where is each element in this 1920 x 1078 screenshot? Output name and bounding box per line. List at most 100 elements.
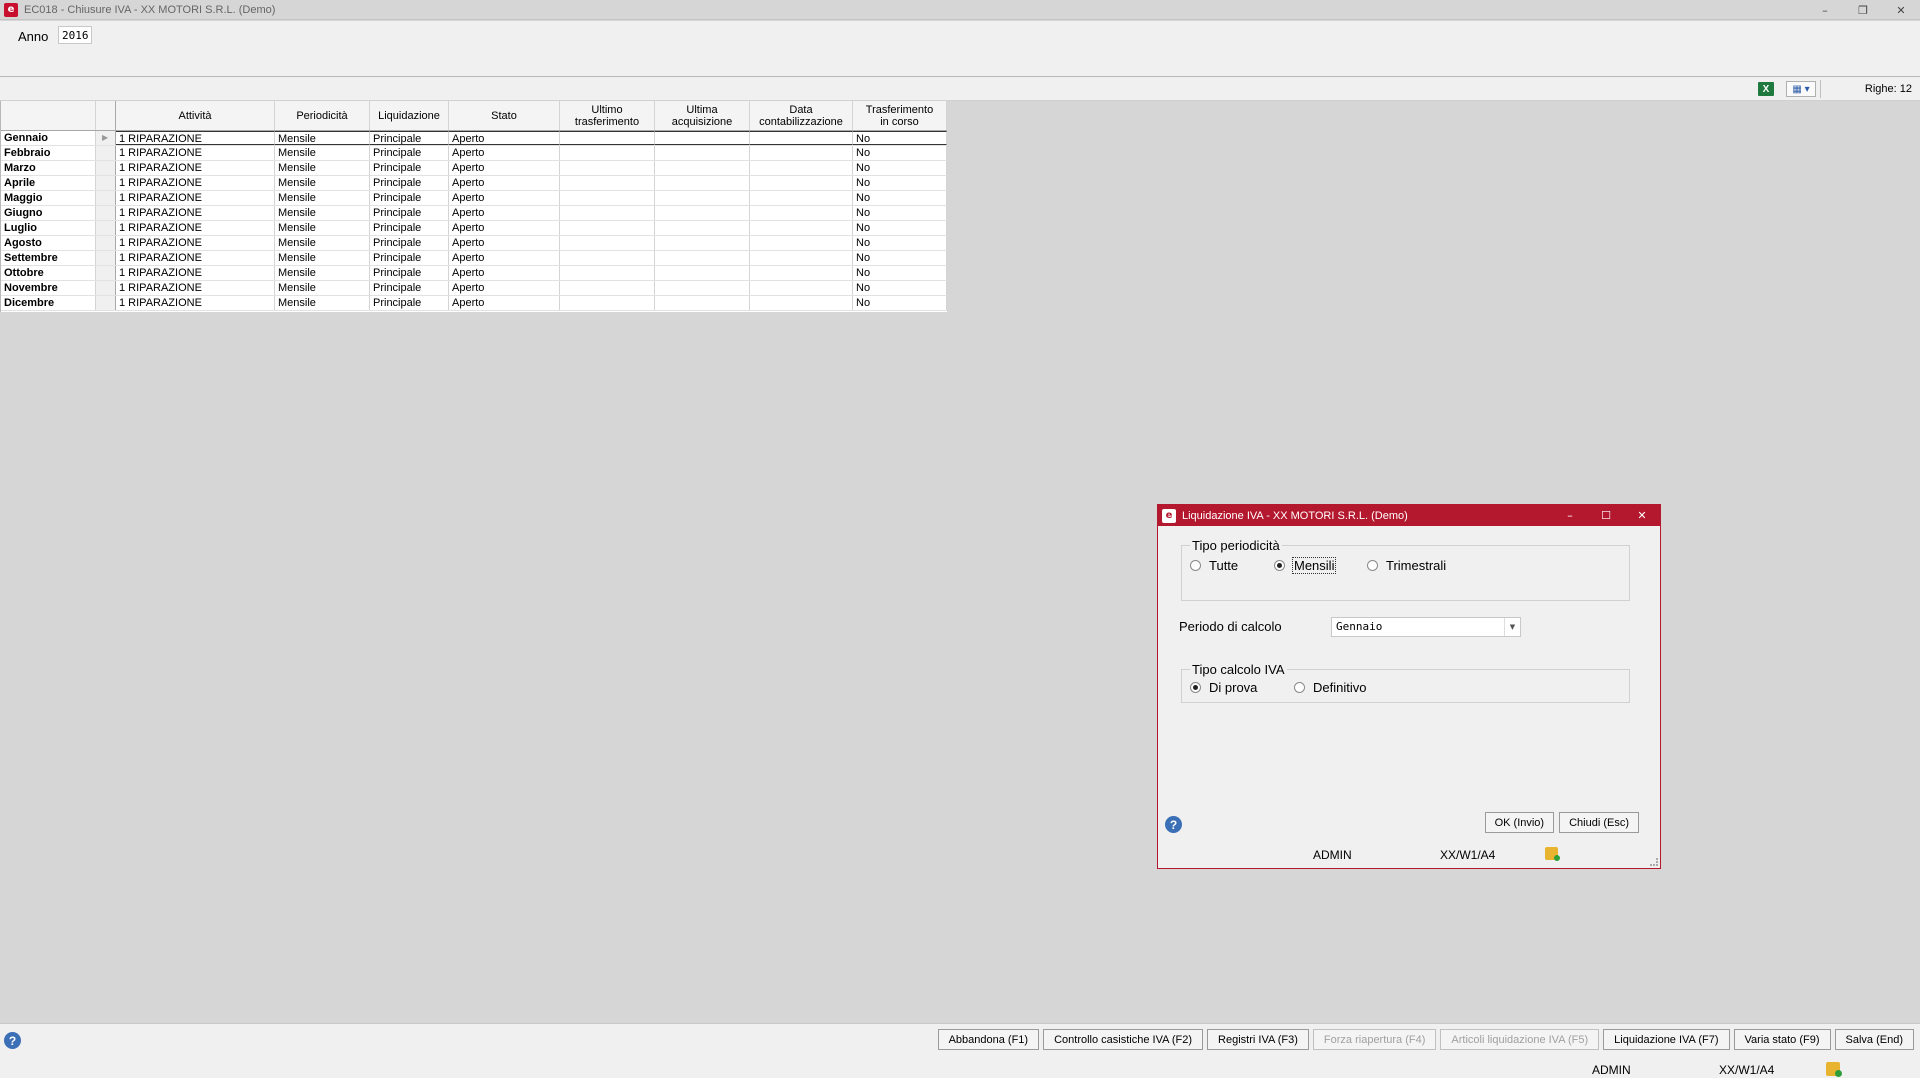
cell-data-contabilizzazione[interactable] — [750, 296, 853, 310]
cell-data-contabilizzazione[interactable] — [750, 281, 853, 295]
cell-attivita[interactable]: 1 RIPARAZIONE — [116, 296, 275, 310]
cell-ultimo-trasferimento[interactable] — [560, 161, 655, 175]
table-row[interactable]: Novembre 1 RIPARAZIONE Mensile Principale Ap… — [1, 281, 947, 296]
cell-trasferimento-in-corso[interactable]: No — [853, 161, 947, 175]
cell-data-contabilizzazione[interactable] — [750, 206, 853, 220]
cell-ultimo-trasferimento[interactable] — [560, 251, 655, 265]
table-row[interactable]: Giugno 1 RIPARAZIONE Mensile Principale Aper… — [1, 206, 947, 221]
cell-stato[interactable]: Aperto — [449, 221, 560, 235]
cell-liquidazione[interactable]: Principale — [370, 206, 449, 220]
excel-icon[interactable]: X — [1758, 82, 1774, 96]
radio-mensili[interactable]: Mensili — [1274, 557, 1337, 574]
row-selector[interactable] — [96, 191, 116, 205]
cell-stato[interactable]: Aperto — [449, 206, 560, 220]
radio-tutte-dot[interactable] — [1190, 560, 1201, 571]
cell-liquidazione[interactable]: Principale — [370, 161, 449, 175]
column-header-data-contabilizzazione[interactable]: Data contabilizzazione — [750, 101, 853, 130]
action-button[interactable]: Controllo casistiche IVA (F2) — [1043, 1029, 1204, 1050]
cell-liquidazione[interactable]: Principale — [370, 266, 449, 280]
cell-ultima-acquisizione[interactable] — [655, 266, 750, 280]
action-button[interactable]: Varia stato (F9) — [1733, 1029, 1831, 1050]
cell-liquidazione[interactable]: Principale — [370, 236, 449, 250]
cell-stato[interactable]: Aperto — [449, 296, 560, 310]
radio-trimestrali-dot[interactable] — [1367, 560, 1378, 571]
cell-liquidazione[interactable]: Principale — [370, 281, 449, 295]
cell-periodicita[interactable]: Mensile — [275, 236, 370, 250]
cell-ultimo-trasferimento[interactable] — [560, 146, 655, 160]
cell-trasferimento-in-corso[interactable]: No — [853, 251, 947, 265]
cell-liquidazione[interactable]: Principale — [370, 251, 449, 265]
ok-button[interactable]: OK (Invio) — [1484, 812, 1555, 833]
row-selector[interactable] — [96, 281, 116, 295]
cell-trasferimento-in-corso[interactable]: No — [853, 131, 947, 145]
cell-attivita[interactable]: 1 RIPARAZIONE — [116, 266, 275, 280]
column-header-liquidazione[interactable]: Liquidazione — [370, 101, 449, 130]
cell-ultima-acquisizione[interactable] — [655, 236, 750, 250]
table-row[interactable]: Agosto 1 RIPARAZIONE Mensile Principale Aper… — [1, 236, 947, 251]
row-selector[interactable] — [96, 236, 116, 250]
cell-ultimo-trasferimento[interactable] — [560, 221, 655, 235]
cell-trasferimento-in-corso[interactable]: No — [853, 266, 947, 280]
cell-periodicita[interactable]: Mensile — [275, 266, 370, 280]
help-icon[interactable]: ? — [4, 1032, 21, 1049]
resize-grip-icon[interactable] — [1650, 858, 1658, 866]
cell-periodicita[interactable]: Mensile — [275, 131, 370, 145]
cell-data-contabilizzazione[interactable] — [750, 176, 853, 190]
radio-tutte[interactable]: Tutte — [1190, 558, 1238, 573]
row-selector[interactable] — [96, 176, 116, 190]
cell-attivita[interactable]: 1 RIPARAZIONE — [116, 176, 275, 190]
chevron-down-icon[interactable]: ▼ — [1504, 618, 1520, 636]
cell-attivita[interactable]: 1 RIPARAZIONE — [116, 221, 275, 235]
row-selector[interactable] — [96, 251, 116, 265]
row-selector[interactable] — [96, 206, 116, 220]
cell-liquidazione[interactable]: Principale — [370, 146, 449, 160]
table-row[interactable]: Marzo 1 RIPARAZIONE Mensile Principale Apert… — [1, 161, 947, 176]
cell-attivita[interactable]: 1 RIPARAZIONE — [116, 236, 275, 250]
row-selector[interactable] — [96, 161, 116, 175]
action-button[interactable]: Salva (End) — [1834, 1029, 1914, 1050]
cell-periodicita[interactable]: Mensile — [275, 221, 370, 235]
cell-ultima-acquisizione[interactable] — [655, 221, 750, 235]
cell-ultima-acquisizione[interactable] — [655, 251, 750, 265]
cell-periodicita[interactable]: Mensile — [275, 191, 370, 205]
cell-attivita[interactable]: 1 RIPARAZIONE — [116, 131, 275, 145]
table-row[interactable]: Ottobre 1 RIPARAZIONE Mensile Principale Ape… — [1, 266, 947, 281]
cell-attivita[interactable]: 1 RIPARAZIONE — [116, 206, 275, 220]
chiudi-button[interactable]: Chiudi (Esc) — [1559, 812, 1639, 833]
cell-periodicita[interactable]: Mensile — [275, 206, 370, 220]
dialog-minimize-icon[interactable]: – — [1552, 505, 1588, 526]
action-button[interactable]: Registri IVA (F3) — [1207, 1029, 1309, 1050]
table-row[interactable]: Gennaio ▶ 1 RIPARAZIONE Mensile Principale Ap… — [1, 131, 947, 146]
cell-data-contabilizzazione[interactable] — [750, 266, 853, 280]
cell-attivita[interactable]: 1 RIPARAZIONE — [116, 161, 275, 175]
cell-data-contabilizzazione[interactable] — [750, 131, 853, 145]
cell-ultima-acquisizione[interactable] — [655, 281, 750, 295]
cell-data-contabilizzazione[interactable] — [750, 161, 853, 175]
table-row[interactable]: Settembre 1 RIPARAZIONE Mensile Principale A… — [1, 251, 947, 266]
cell-periodicita[interactable]: Mensile — [275, 296, 370, 310]
row-selector[interactable] — [96, 221, 116, 235]
cell-stato[interactable]: Aperto — [449, 131, 560, 145]
cell-data-contabilizzazione[interactable] — [750, 236, 853, 250]
cell-stato[interactable]: Aperto — [449, 176, 560, 190]
column-header-attivita[interactable]: Attività — [116, 101, 275, 130]
cell-ultima-acquisizione[interactable] — [655, 191, 750, 205]
cell-attivita[interactable]: 1 RIPARAZIONE — [116, 281, 275, 295]
restore-icon[interactable]: ❐ — [1844, 0, 1882, 20]
anno-input[interactable]: 2016 — [58, 26, 92, 44]
cell-stato[interactable]: Aperto — [449, 191, 560, 205]
column-header-stato[interactable]: Stato — [449, 101, 560, 130]
cell-ultima-acquisizione[interactable] — [655, 296, 750, 310]
column-header-trasferimento-in-corso[interactable]: Trasferimento in corso — [853, 101, 947, 130]
cell-data-contabilizzazione[interactable] — [750, 146, 853, 160]
cell-liquidazione[interactable]: Principale — [370, 176, 449, 190]
cell-trasferimento-in-corso[interactable]: No — [853, 221, 947, 235]
radio-definitivo-dot[interactable] — [1294, 682, 1305, 693]
dialog-help-icon[interactable]: ? — [1165, 816, 1182, 833]
table-row[interactable]: Luglio 1 RIPARAZIONE Mensile Principale Aper… — [1, 221, 947, 236]
cell-trasferimento-in-corso[interactable]: No — [853, 146, 947, 160]
cell-ultima-acquisizione[interactable] — [655, 146, 750, 160]
cell-attivita[interactable]: 1 RIPARAZIONE — [116, 146, 275, 160]
row-selector[interactable] — [96, 266, 116, 280]
dialog-close-icon[interactable]: ✕ — [1624, 505, 1660, 526]
